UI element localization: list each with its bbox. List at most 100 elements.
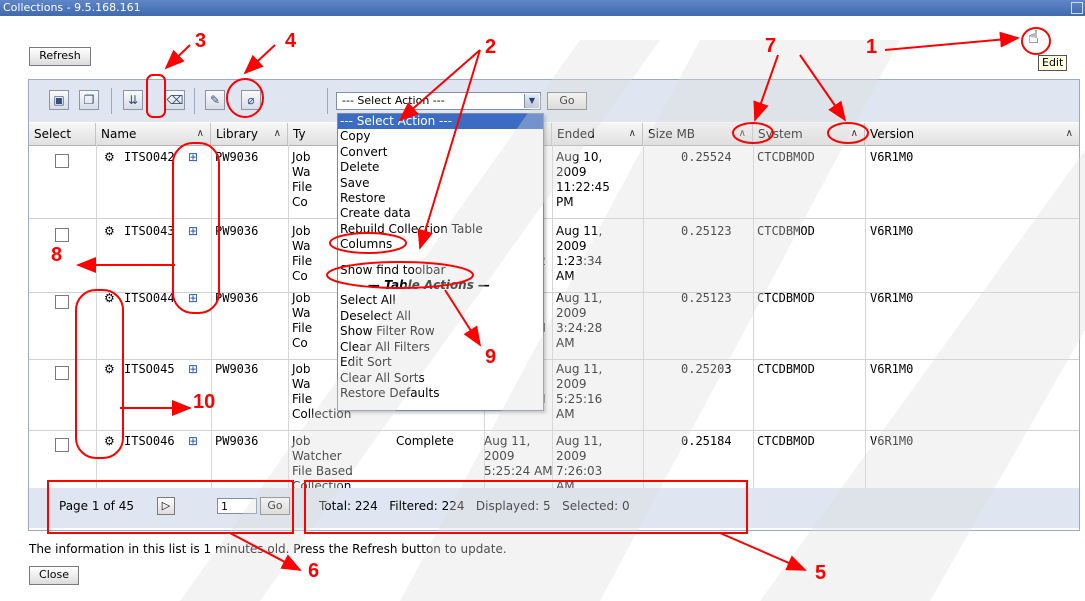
menu-item-create-data[interactable]: Create data — [338, 206, 543, 221]
header-version[interactable]: Version ∧ — [865, 123, 1079, 145]
collection-icon: ⚙ — [104, 150, 115, 164]
sort-arrow-icon[interactable]: ∧ — [739, 123, 746, 145]
menu-item-restore[interactable]: Restore — [338, 191, 543, 206]
row-ended: Aug 11, 2009 1:23:34 AM — [556, 224, 603, 283]
row-ended: Aug 11, 2009 7:26:03 AM — [556, 434, 603, 493]
page-go-button[interactable]: Go — [260, 497, 290, 515]
header-size[interactable]: Size MB ∧ — [643, 123, 753, 145]
row-checkbox[interactable] — [55, 228, 69, 242]
header-system[interactable]: System ∧ — [753, 123, 865, 145]
collections-table-panel: ▣ ❐ ⇊ ⌫ ✎ ⌀ --- Select Action --- ▼ Go S… — [28, 79, 1080, 531]
table-row: ⚙ ITSO043 ⊞ PW9036 JobWaFileCo 2 Aug 11,… — [29, 220, 1079, 293]
row-name[interactable]: ITSO042 — [124, 150, 175, 165]
clear-filters-icon[interactable]: ⌫ — [165, 90, 185, 110]
row-name[interactable]: ITSO046 — [124, 434, 175, 449]
callout-9: 9 — [485, 346, 497, 368]
clear-sorts-icon[interactable]: ⌀ — [241, 90, 261, 110]
sort-arrow-icon[interactable]: ∧ — [274, 123, 281, 145]
row-name[interactable]: ITSO043 — [124, 224, 175, 239]
row-type: Job Watcher File Based Collection — [292, 434, 353, 493]
menu-item[interactable]: --- Select Action --- — [338, 114, 543, 130]
row-size: 0.25203 — [681, 362, 732, 376]
row-system: CTCDBMOD — [757, 291, 815, 305]
row-library: PW9036 — [215, 224, 259, 238]
hand-cursor-icon: ☝ — [1028, 27, 1039, 48]
select-all-icon[interactable]: ▣ — [49, 90, 69, 110]
window-title: Collections - 9.5.168.161 — [3, 1, 141, 14]
edit-sort-icon[interactable]: ✎ — [205, 90, 225, 110]
row-checkbox[interactable] — [55, 366, 69, 380]
menu-item-deselect-all[interactable]: Deselect All — [338, 309, 543, 324]
close-button[interactable]: Close — [29, 566, 79, 585]
row-size: 0.25123 — [681, 224, 732, 238]
header-select[interactable]: Select — [29, 123, 96, 145]
row-ended: Aug 11, 2009 3:24:28 AM — [556, 291, 603, 350]
chevron-down-icon[interactable]: ▼ — [524, 94, 539, 108]
info-text: The information in this list is 1 minute… — [29, 542, 507, 556]
callout-1: 1 — [866, 36, 878, 58]
show-filter-row-icon[interactable]: ⇊ — [123, 90, 143, 110]
menu-item-delete[interactable]: Delete — [338, 160, 543, 175]
row-library: PW9036 — [215, 291, 259, 305]
row-menu-icon[interactable]: ⊞ — [188, 434, 198, 449]
row-menu-icon[interactable]: ⊞ — [188, 224, 198, 239]
callout-2: 2 — [485, 36, 497, 58]
sort-arrow-icon[interactable]: ∧ — [1066, 123, 1073, 145]
callout-8: 8 — [51, 244, 63, 266]
row-system: CTCDBMOD — [757, 224, 815, 238]
refresh-button[interactable]: Refresh — [29, 47, 91, 66]
menu-item-edit-sort[interactable]: Edit Sort — [338, 355, 543, 370]
callout-6: 6 — [308, 560, 320, 582]
menu-item-clear-all-sorts[interactable]: Clear All Sorts — [338, 371, 543, 386]
callout-7: 7 — [765, 35, 777, 57]
row-version: V6R1M0 — [870, 291, 914, 305]
row-system: CTCDBMOD — [757, 434, 815, 448]
table-row: ⚙ ITSO046 ⊞ PW9036 Job Watcher File Based C… — [29, 430, 1079, 493]
edit-tooltip: Edit — [1038, 55, 1068, 71]
row-name[interactable]: ITSO045 — [124, 362, 175, 377]
table-footer: Page 1 of 45 ▷ 1 Go Total: 224 Filtered:… — [29, 488, 1079, 528]
select-action-value: --- Select Action --- — [342, 94, 445, 107]
page-number-input[interactable]: 1 — [217, 498, 257, 514]
row-checkbox[interactable] — [55, 295, 69, 309]
row-ended: Aug 11, 2009 5:25:16 AM — [556, 362, 603, 421]
menu-item-copy[interactable]: Copy — [338, 129, 543, 144]
row-started: Aug 11, 2009 5:25:24 AM — [484, 434, 553, 478]
header-ended[interactable]: Ended ∧ — [552, 123, 643, 145]
next-page-button[interactable]: ▷ — [157, 497, 175, 515]
row-library: PW9036 — [215, 362, 259, 376]
table-toolbar: ▣ ❐ ⇊ ⌫ ✎ ⌀ --- Select Action --- ▼ Go — [29, 80, 1079, 122]
sort-arrow-icon[interactable]: ∧ — [197, 123, 204, 145]
menu-item-select-all[interactable]: Select All — [338, 293, 543, 308]
menu-item-show-filter-row[interactable]: Show Filter Row — [338, 324, 543, 339]
row-menu-icon[interactable]: ⊞ — [188, 150, 198, 165]
row-type: Job Wa File Co — [292, 291, 313, 350]
menu-item-save[interactable]: Save — [338, 176, 543, 191]
row-checkbox[interactable] — [55, 438, 69, 452]
row-menu-icon[interactable]: ⊞ — [188, 291, 198, 306]
menu-section-table-actions: — Table Actions — — [368, 278, 491, 293]
window-control-icon[interactable] — [1071, 2, 1083, 14]
menu-item-clear-all-filters[interactable]: Clear All Filters — [338, 340, 543, 355]
row-type: Job Wa File Co — [292, 224, 313, 283]
row-size: 0.25184 — [681, 434, 732, 448]
menu-item-show-find-toolbar[interactable]: Show find toolbar — [338, 263, 543, 278]
menu-item-convert[interactable]: Convert — [338, 145, 543, 160]
go-button[interactable]: Go — [547, 92, 587, 110]
row-name[interactable]: ITSO044 — [124, 291, 175, 306]
deselect-all-icon[interactable]: ❐ — [79, 90, 99, 110]
menu-item-rebuild[interactable]: Rebuild Collection Table — [338, 222, 543, 237]
menu-item-columns[interactable]: Columns — [338, 237, 543, 252]
row-version: V6R1M0 — [870, 150, 914, 164]
row-type: Job Wa File Co — [292, 150, 313, 209]
row-menu-icon[interactable]: ⊞ — [188, 362, 198, 377]
header-name[interactable]: Name ∧ — [96, 123, 211, 145]
row-checkbox[interactable] — [55, 154, 69, 168]
header-library[interactable]: Library ∧ — [211, 123, 288, 145]
row-version: V6R1M0 — [870, 224, 914, 238]
callout-4: 4 — [285, 30, 297, 52]
sort-arrow-icon[interactable]: ∧ — [629, 123, 636, 145]
menu-item-restore-defaults[interactable]: Restore Defaults — [338, 386, 543, 401]
sort-arrow-icon[interactable]: ∧ — [851, 123, 858, 145]
select-action-dropdown[interactable]: --- Select Action --- ▼ — [336, 92, 541, 110]
